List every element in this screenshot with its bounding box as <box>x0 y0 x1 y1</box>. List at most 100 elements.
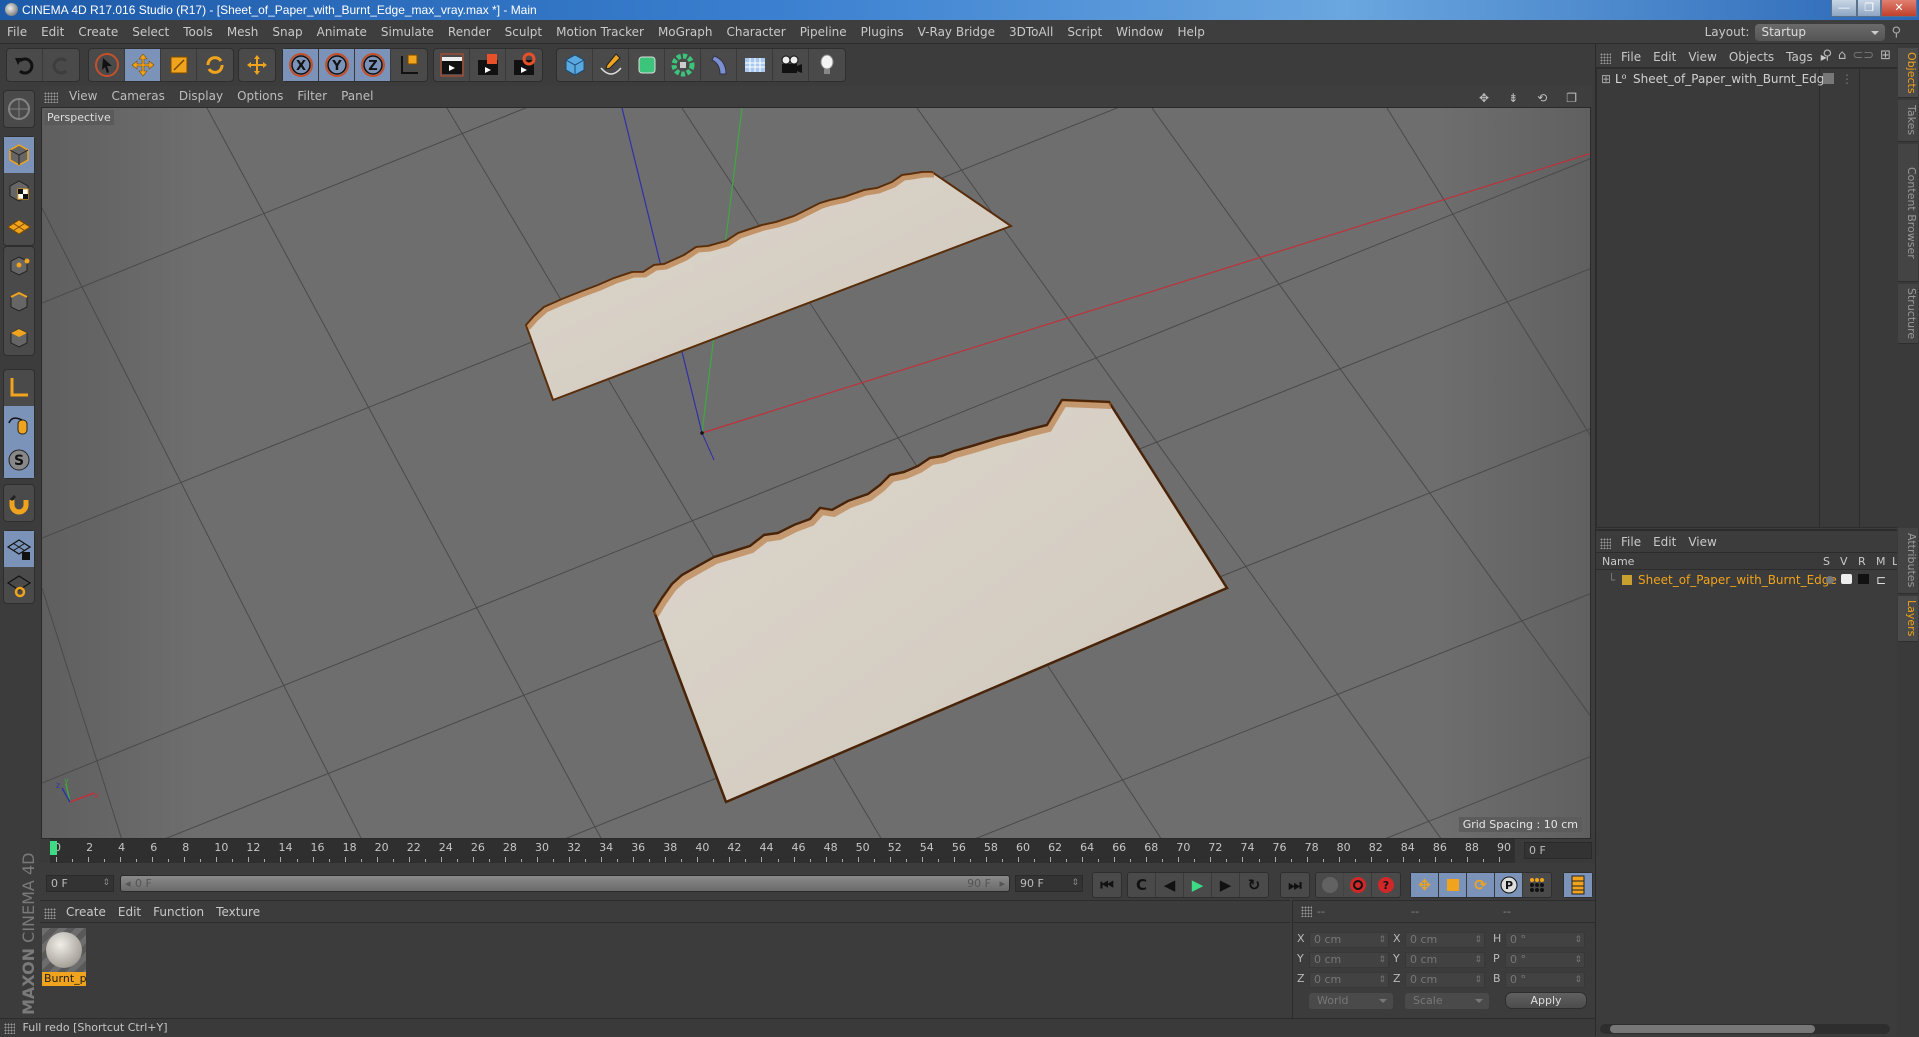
pos-x-field[interactable]: 0 cm <box>1309 932 1389 948</box>
viewport-orbit-icon[interactable]: ⟲ <box>1530 88 1554 109</box>
link-icon[interactable]: ⊂⊃ <box>1852 48 1874 63</box>
object-name[interactable]: Sheet_of_Paper_with_Burnt_Edge <box>1633 69 1832 89</box>
key-pla-icon[interactable] <box>1523 873 1551 897</box>
search-icon[interactable]: ⚲ <box>1891 25 1901 40</box>
material-menu-texture[interactable]: Texture <box>210 901 266 923</box>
scrollbar-thumb[interactable] <box>1610 1025 1815 1033</box>
render-picture-viewer-icon[interactable] <box>470 49 506 81</box>
recent-tool-icon[interactable] <box>239 49 275 81</box>
tab-attributes[interactable]: Attributes <box>1898 528 1918 594</box>
object-menu-file[interactable]: File <box>1615 46 1647 68</box>
menu-edit[interactable]: Edit <box>34 20 71 44</box>
workplane-align-icon[interactable] <box>4 567 34 603</box>
panel-grip-icon[interactable] <box>44 907 56 919</box>
object-menu-edit[interactable]: Edit <box>1647 46 1682 68</box>
object-menu-view[interactable]: View <box>1682 46 1722 68</box>
model-mode-icon[interactable] <box>4 137 34 173</box>
material-thumbnail[interactable] <box>42 928 86 972</box>
rotate-icon[interactable] <box>197 49 233 81</box>
tab-takes[interactable]: Takes <box>1898 100 1918 142</box>
viewport-menu-display[interactable]: Display <box>172 86 230 107</box>
viewport-menu-panel[interactable]: Panel <box>334 86 380 107</box>
prev-keyframe-button[interactable]: C <box>1128 873 1156 897</box>
panel-grip-icon[interactable] <box>1600 52 1611 64</box>
home-icon[interactable]: ⌂ <box>1838 48 1846 63</box>
prev-frame-button[interactable]: ◀ <box>1156 873 1184 897</box>
viewport-menu-options[interactable]: Options <box>230 86 290 107</box>
new-view-icon[interactable]: ⊞ <box>1880 48 1891 63</box>
edges-mode-icon[interactable] <box>4 283 34 319</box>
menu-plugins[interactable]: Plugins <box>854 20 911 44</box>
pen-spline-icon[interactable] <box>593 49 629 81</box>
restore-button[interactable]: ❐ <box>1857 0 1881 17</box>
viewport-menu-view[interactable]: View <box>62 86 104 107</box>
keyframe-selection-icon[interactable]: ? <box>1372 873 1400 897</box>
menu-window[interactable]: Window <box>1109 20 1170 44</box>
layer-name[interactable]: Sheet_of_Paper_with_Burnt_Edge <box>1638 571 1837 589</box>
close-button[interactable]: ✕ <box>1881 0 1917 17</box>
menu-help[interactable]: Help <box>1170 20 1211 44</box>
cube-icon[interactable] <box>557 49 593 81</box>
rot-p-field[interactable]: 0 ° <box>1505 952 1585 968</box>
floor-icon[interactable] <box>737 49 773 81</box>
solo-mode-icon[interactable]: S <box>4 442 34 478</box>
record-active-icon[interactable] <box>1316 873 1344 897</box>
z-axis-icon[interactable]: Z <box>355 49 391 81</box>
menu-pipeline[interactable]: Pipeline <box>793 20 854 44</box>
tweak-mode-icon[interactable] <box>4 406 34 442</box>
texture-mode-icon[interactable] <box>4 173 34 209</box>
coordinate-system-icon[interactable] <box>391 49 427 81</box>
object-search-icon[interactable]: ⚲ <box>1823 48 1833 63</box>
material-menu-function[interactable]: Function <box>147 901 210 923</box>
render-clapper-icon[interactable] <box>1858 574 1869 584</box>
size-x-field[interactable]: 0 cm <box>1405 932 1485 948</box>
render-settings-icon[interactable] <box>506 49 542 81</box>
y-axis-icon[interactable]: Y <box>319 49 355 81</box>
manager-toggle-icon[interactable]: ⊏ <box>1876 571 1886 589</box>
tab-layers[interactable]: Layers <box>1898 596 1918 642</box>
cloner-icon[interactable] <box>665 49 701 81</box>
layer-row[interactable]: └ Sheet_of_Paper_with_Burnt_Edge ⊏ <box>1596 571 1898 589</box>
viewport-menu-cameras[interactable]: Cameras <box>104 86 171 107</box>
panel-grip-icon[interactable] <box>44 91 58 103</box>
make-editable-icon[interactable] <box>4 91 34 127</box>
menu-render[interactable]: Render <box>441 20 498 44</box>
next-keyframe-button[interactable]: ↻ <box>1240 873 1268 897</box>
timeline-window-icon[interactable] <box>1564 873 1592 897</box>
undo-icon[interactable] <box>7 49 43 81</box>
viewport-pan-icon[interactable]: ✥ <box>1472 88 1496 109</box>
tab-content-browser[interactable]: Content Browser <box>1898 144 1918 282</box>
max-frame-field[interactable]: 90 F <box>1015 875 1083 892</box>
menu-mograph[interactable]: MoGraph <box>651 20 720 44</box>
go-to-end-button[interactable]: ⏭ <box>1281 873 1309 897</box>
autokey-icon[interactable] <box>1344 873 1372 897</box>
size-y-field[interactable]: 0 cm <box>1405 952 1485 968</box>
key-position-icon[interactable]: ✥ <box>1411 873 1439 897</box>
object-row[interactable]: ⊞ L⁰ Sheet_of_Paper_with_Burnt_Edge ⋮ <box>1597 69 1897 89</box>
column-manager[interactable]: M <box>1876 553 1886 570</box>
workplane-mode-icon[interactable] <box>4 209 34 245</box>
object-menu-objects[interactable]: Objects <box>1723 46 1780 68</box>
snap-magnet-icon[interactable] <box>4 485 34 521</box>
current-frame-field[interactable]: 0 F <box>1524 842 1592 859</box>
expand-icon[interactable]: ⊞ <box>1601 69 1611 89</box>
layer-menu-file[interactable]: File <box>1615 531 1647 553</box>
column-render[interactable]: R <box>1858 553 1866 570</box>
subdivision-icon[interactable] <box>629 49 665 81</box>
axis-mode-icon[interactable] <box>4 370 34 406</box>
timeline-track[interactable]: 0 2 4 6 8 10 12 14 16 18 20 22 24 26 28 30 32 34 36 38 40 42 4… <box>50 839 1515 863</box>
rot-b-field[interactable]: 0 ° <box>1505 972 1585 988</box>
coordinate-space-dropdown[interactable]: World <box>1309 993 1393 1009</box>
menu-character[interactable]: Character <box>719 20 792 44</box>
redo-icon[interactable] <box>43 49 79 81</box>
viewport-zoom-icon[interactable]: ⇟ <box>1501 88 1525 109</box>
workplane-lock-icon[interactable] <box>4 531 34 567</box>
material-menu-edit[interactable]: Edit <box>112 901 147 923</box>
minimize-button[interactable]: — <box>1831 0 1857 17</box>
viewport-menu-filter[interactable]: Filter <box>290 86 334 107</box>
perspective-viewport[interactable]: x y z Perspective Grid Spacing : 10 cm <box>41 107 1591 839</box>
menu-motion-tracker[interactable]: Motion Tracker <box>549 20 651 44</box>
menu-vray-bridge[interactable]: V-Ray Bridge <box>911 20 1002 44</box>
render-view-icon[interactable] <box>434 49 470 81</box>
menu-select[interactable]: Select <box>125 20 176 44</box>
